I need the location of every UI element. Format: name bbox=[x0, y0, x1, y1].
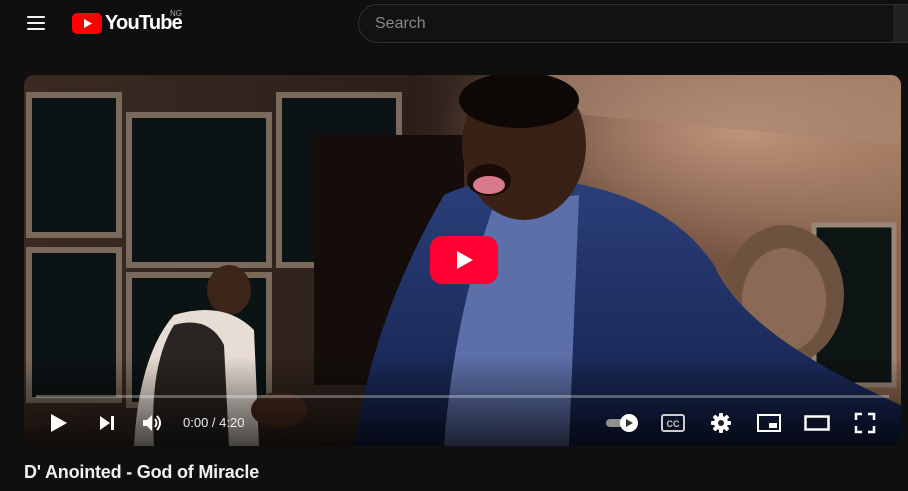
progress-bar[interactable] bbox=[36, 395, 889, 398]
country-code: NG bbox=[170, 9, 182, 18]
time-separator: / bbox=[208, 415, 220, 430]
current-time: 0:00 bbox=[183, 415, 209, 430]
miniplayer-icon bbox=[757, 414, 781, 432]
cc-label: CC bbox=[667, 419, 680, 429]
theater-button[interactable] bbox=[800, 405, 834, 441]
play-button[interactable] bbox=[44, 405, 74, 441]
video-title: D' Anointed - God of Miracle bbox=[24, 462, 260, 482]
subtitles-button[interactable]: CC bbox=[658, 405, 688, 441]
next-button[interactable] bbox=[92, 405, 122, 441]
autoplay-toggle[interactable] bbox=[602, 405, 642, 441]
settings-button[interactable] bbox=[706, 405, 736, 441]
search-box[interactable] bbox=[358, 4, 898, 43]
settings-icon bbox=[711, 413, 731, 433]
volume-button[interactable] bbox=[138, 405, 168, 441]
search-input[interactable] bbox=[375, 14, 897, 33]
play-icon bbox=[51, 414, 67, 432]
youtube-logo-icon bbox=[72, 12, 102, 34]
theater-icon bbox=[804, 415, 830, 431]
fullscreen-icon bbox=[854, 412, 876, 434]
subtitles-icon: CC bbox=[661, 414, 685, 432]
search-button[interactable] bbox=[893, 4, 908, 43]
player-controls: 0:00 / 4:20 CC bbox=[24, 405, 901, 441]
next-icon bbox=[100, 416, 114, 430]
youtube-logo[interactable]: YouTube bbox=[72, 11, 183, 35]
menu-icon[interactable] bbox=[22, 9, 50, 37]
video-player[interactable]: 0:00 / 4:20 CC bbox=[24, 75, 901, 446]
fullscreen-button[interactable] bbox=[850, 405, 880, 441]
big-play-button[interactable] bbox=[430, 236, 498, 284]
duration: 4:20 bbox=[219, 415, 245, 430]
masthead: YouTube NG bbox=[0, 0, 908, 46]
volume-icon bbox=[143, 415, 161, 431]
autoplay-toggle-icon bbox=[606, 414, 638, 432]
miniplayer-button[interactable] bbox=[754, 405, 784, 441]
time-display: 0:00 / 4:20 bbox=[183, 415, 244, 430]
